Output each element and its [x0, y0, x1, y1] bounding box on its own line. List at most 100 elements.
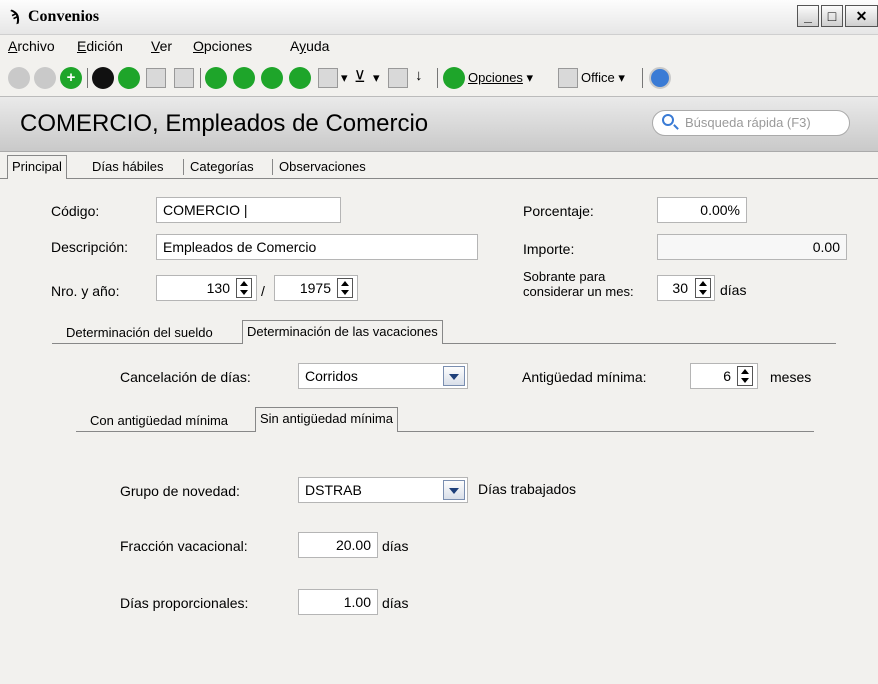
previous-record-icon[interactable]: [233, 67, 255, 89]
accept-icon[interactable]: [8, 67, 30, 89]
antiguedad-spinner[interactable]: [737, 366, 753, 386]
filter-icon[interactable]: ⊻: [354, 67, 366, 87]
menu-edicion-rest: dición: [86, 38, 123, 54]
menu-ayuda-pre: A: [290, 38, 300, 54]
tab-separator: [272, 159, 273, 175]
toolbar-separator: [437, 68, 438, 88]
menu-ver[interactable]: Ver: [151, 38, 172, 54]
sobrante-label: Sobrante para considerar un mes:: [523, 269, 634, 299]
tab-observaciones[interactable]: Observaciones: [279, 159, 366, 174]
descripcion-value: Empleados de Comercio: [163, 239, 317, 255]
subtab-strip-line: [52, 343, 836, 344]
tab-principal[interactable]: Principal: [7, 155, 67, 179]
add-icon[interactable]: +: [60, 67, 82, 89]
sobrante-spinner[interactable]: [695, 278, 711, 298]
subtab-sueldo[interactable]: Determinación del sueldo: [66, 325, 213, 340]
menu-ver-rest: er: [159, 38, 173, 54]
chevron-down-icon[interactable]: [443, 366, 465, 386]
proporcionales-field[interactable]: 1.00: [298, 589, 378, 615]
page-title: COMERCIO, Empleados de Comercio: [20, 110, 429, 137]
delete-icon[interactable]: [92, 67, 114, 89]
minimize-icon: _: [804, 8, 812, 24]
search-icon: [662, 114, 674, 126]
last-record-icon[interactable]: [289, 67, 311, 89]
office-button-label: Office: [581, 70, 615, 85]
cancelacion-value: Corridos: [305, 368, 358, 384]
menu-edicion[interactable]: Edición: [77, 38, 123, 54]
nro-value: 130: [206, 280, 230, 296]
tab-categorias[interactable]: Categorías: [190, 159, 254, 174]
options-icon[interactable]: [443, 67, 465, 89]
cancelacion-label: Cancelación de días:: [120, 369, 251, 385]
tab-principal-label: Principal: [12, 159, 62, 174]
subsubtab-sin-antiguedad[interactable]: Sin antigüedad mínima: [255, 407, 398, 432]
columns-icon[interactable]: [388, 68, 408, 88]
anio-value: 1975: [299, 280, 331, 296]
subtab-vacaciones[interactable]: Determinación de las vacaciones: [242, 320, 443, 344]
office-button[interactable]: Office ▾: [581, 70, 625, 86]
refresh-icon[interactable]: [174, 68, 194, 88]
importe-value: 0.00: [812, 239, 840, 255]
alert-icon[interactable]: [118, 67, 140, 89]
importe-label: Importe:: [523, 241, 575, 257]
menu-ver-mnemonic: V: [151, 38, 160, 54]
find-icon[interactable]: [318, 68, 338, 88]
sort-icon[interactable]: ↓: [415, 67, 423, 84]
menu-archivo-mnemonic: A: [8, 38, 18, 54]
importe-field[interactable]: 0.00: [657, 234, 847, 260]
codigo-value: COMERCIO: [163, 202, 240, 218]
fraccion-label: Fracción vacacional:: [120, 538, 248, 554]
menu-archivo-rest: rchivo: [17, 38, 55, 54]
subtab-sueldo-label: Determinación del sueldo: [66, 325, 213, 340]
sobrante-value: 30: [672, 280, 688, 296]
porcentaje-field[interactable]: 0.00%: [657, 197, 747, 223]
filter-dropdown-icon[interactable]: ▾: [373, 70, 380, 86]
codigo-label: Código:: [51, 203, 100, 219]
fraccion-unit: días: [382, 538, 409, 554]
app-icon: ϡ: [10, 8, 20, 25]
codigo-field[interactable]: COMERCIO |: [156, 197, 341, 223]
sobrante-label-line2: considerar un mes:: [523, 284, 634, 299]
descripcion-field[interactable]: Empleados de Comercio: [156, 234, 478, 260]
maximize-button[interactable]: □: [821, 5, 843, 27]
fraccion-value: 20.00: [335, 537, 371, 553]
subsubtab-strip-line: [76, 431, 814, 432]
close-button[interactable]: ✕: [845, 5, 878, 27]
first-record-icon[interactable]: [205, 67, 227, 89]
help-icon[interactable]: [649, 67, 671, 89]
title-bar: [0, 0, 878, 35]
subsubtab-sin-antiguedad-label: Sin antigüedad mínima: [260, 411, 393, 426]
tab-dias-habiles[interactable]: Días hábiles: [92, 159, 164, 174]
cancel-icon[interactable]: [34, 67, 56, 89]
office-icon[interactable]: [558, 68, 578, 88]
anio-spinner[interactable]: [337, 278, 353, 298]
menu-ayuda[interactable]: Ayuda: [290, 38, 329, 54]
minimize-button[interactable]: _: [797, 5, 819, 27]
menu-bar: Archivo Edición Ver Opciones Ayuda: [0, 38, 878, 60]
find-dropdown-icon[interactable]: ▾: [341, 70, 348, 86]
chevron-down-icon[interactable]: [443, 480, 465, 500]
grupo-novedad-label: Grupo de novedad:: [120, 483, 240, 499]
menu-opciones[interactable]: Opciones: [193, 38, 252, 54]
nro-separator: /: [261, 283, 265, 299]
menu-opciones-rest: pciones: [203, 38, 253, 54]
nro-anio-label: Nro. y año:: [51, 283, 120, 299]
window-title: Convenios: [28, 8, 100, 25]
menu-edicion-mnemonic: E: [77, 38, 87, 54]
next-record-icon[interactable]: [261, 67, 283, 89]
options-button[interactable]: Opciones ▾: [468, 70, 533, 86]
sobrante-label-line1: Sobrante para: [523, 269, 606, 284]
menu-archivo[interactable]: Archivo: [8, 38, 55, 54]
antiguedad-unit: meses: [770, 369, 812, 385]
porcentaje-label: Porcentaje:: [523, 203, 594, 219]
proporcionales-label: Días proporcionales:: [120, 595, 249, 611]
fraccion-field[interactable]: 20.00: [298, 532, 378, 558]
toolbar: + ▾ ⊻ ▾ ↓ Opciones ▾ Office ▾: [0, 62, 878, 94]
tab-observaciones-label: Observaciones: [279, 159, 366, 174]
porcentaje-value: 0.00%: [700, 202, 740, 218]
nro-spinner[interactable]: [236, 278, 252, 298]
proporcionales-value: 1.00: [343, 594, 371, 610]
print-icon[interactable]: [146, 68, 166, 88]
subsubtab-con-antiguedad[interactable]: Con antigüedad mínima: [90, 413, 228, 428]
subtab-vacaciones-label: Determinación de las vacaciones: [247, 324, 438, 339]
